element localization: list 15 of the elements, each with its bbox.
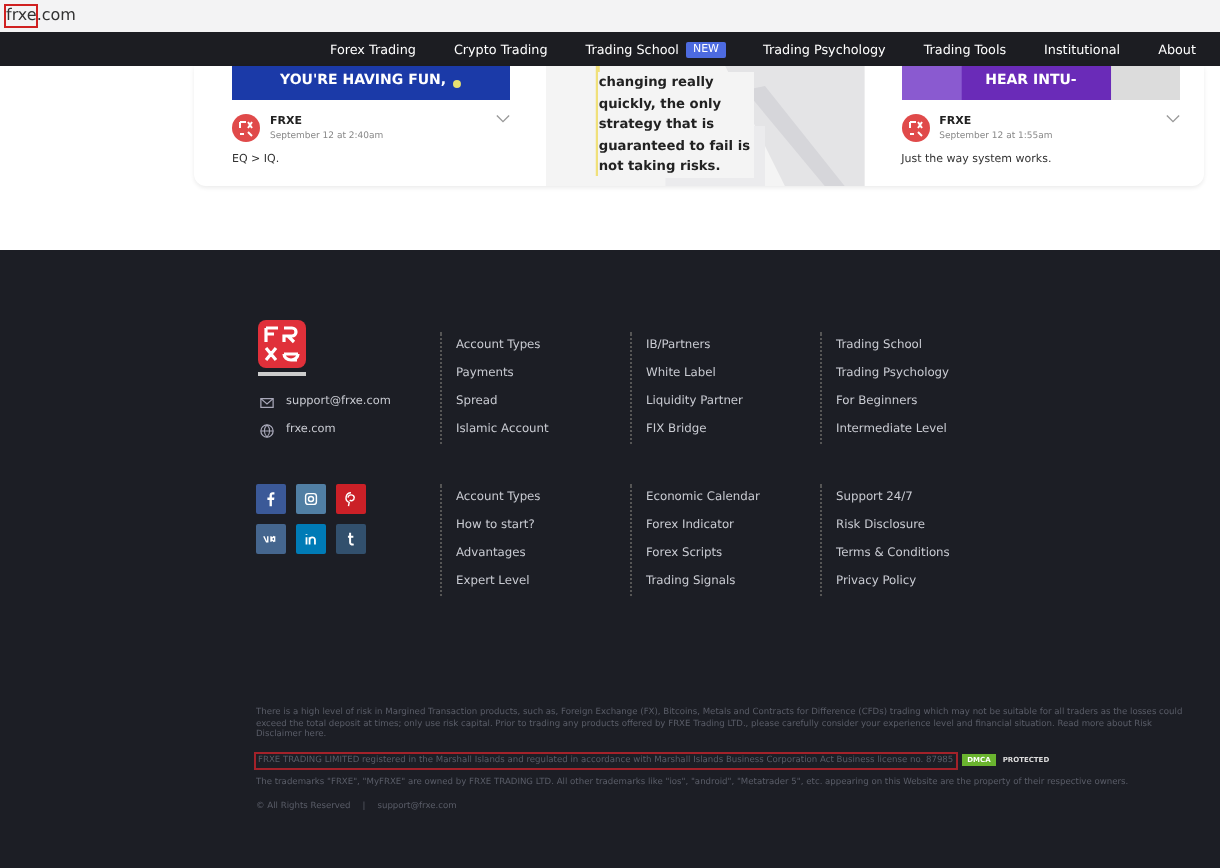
linkedin-icon[interactable]	[296, 524, 326, 554]
avatar-icon	[901, 114, 930, 142]
logo-icon	[256, 320, 308, 380]
chevron-icon[interactable]	[1165, 114, 1180, 124]
facebook-icon[interactable]	[256, 484, 286, 514]
pinterest-icon[interactable]	[336, 484, 366, 514]
instagram-icon[interactable]	[296, 484, 326, 514]
url-text: frxe	[6, 6, 37, 26]
vk-icon[interactable]	[256, 524, 286, 554]
avatar-icon	[232, 114, 260, 142]
tumblr-icon[interactable]	[336, 524, 366, 554]
mail-icon	[260, 395, 274, 409]
chevron-icon[interactable]	[496, 114, 511, 124]
url-text: .com	[36, 6, 76, 26]
globe-icon	[260, 423, 274, 437]
